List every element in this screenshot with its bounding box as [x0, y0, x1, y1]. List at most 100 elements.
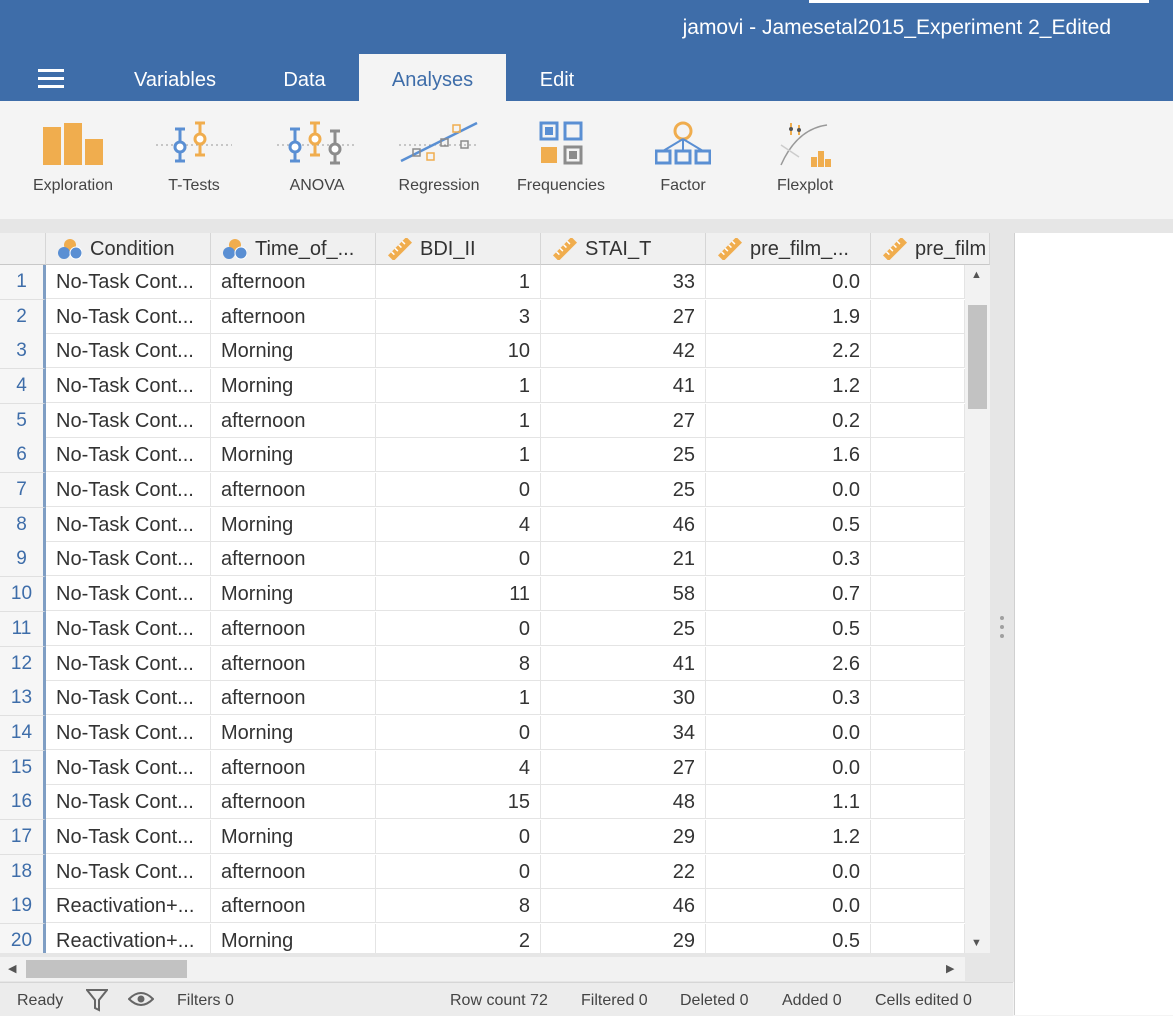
grid-corner[interactable] — [0, 233, 46, 265]
table-cell[interactable] — [871, 300, 965, 334]
table-cell[interactable]: afternoon — [211, 647, 376, 681]
table-cell[interactable] — [871, 404, 965, 438]
table-cell[interactable]: No-Task Cont... — [46, 785, 211, 819]
table-cell[interactable]: 41 — [541, 647, 706, 681]
horizontal-scrollbar[interactable]: ◀ ▶ — [0, 957, 965, 981]
table-cell[interactable]: 0.5 — [706, 612, 871, 646]
table-cell[interactable]: 1 — [376, 404, 541, 438]
table-cell[interactable]: Reactivation+... — [46, 889, 211, 923]
table-cell[interactable]: 8 — [376, 889, 541, 923]
table-cell[interactable]: afternoon — [211, 785, 376, 819]
table-cell[interactable]: No-Task Cont... — [46, 681, 211, 715]
factor-button[interactable]: Factor — [623, 101, 743, 219]
frequencies-button[interactable]: Frequencies — [501, 101, 621, 219]
table-cell[interactable] — [871, 785, 965, 819]
table-cell[interactable]: 1 — [376, 438, 541, 472]
table-cell[interactable]: 1.9 — [706, 300, 871, 334]
table-cell[interactable]: No-Task Cont... — [46, 438, 211, 472]
table-cell[interactable] — [871, 889, 965, 923]
table-cell[interactable]: 34 — [541, 716, 706, 750]
table-cell[interactable]: Morning — [211, 369, 376, 403]
scroll-up-icon[interactable]: ▲ — [971, 269, 982, 281]
column-header-condition[interactable]: Condition — [46, 233, 211, 265]
table-cell[interactable]: afternoon — [211, 612, 376, 646]
anova-button[interactable]: ANOVA — [257, 101, 377, 219]
table-cell[interactable]: No-Task Cont... — [46, 300, 211, 334]
table-cell[interactable]: 1.2 — [706, 369, 871, 403]
table-cell[interactable]: 0 — [376, 473, 541, 507]
table-cell[interactable]: 1.6 — [706, 438, 871, 472]
table-cell[interactable]: No-Task Cont... — [46, 334, 211, 368]
column-header-stai-t[interactable]: STAI_T — [541, 233, 706, 265]
table-cell[interactable]: 25 — [541, 438, 706, 472]
table-cell[interactable]: 4 — [376, 508, 541, 542]
table-cell[interactable]: 25 — [541, 473, 706, 507]
flexplot-button[interactable]: Flexplot — [745, 101, 865, 219]
table-cell[interactable] — [871, 855, 965, 889]
table-cell[interactable]: 1.1 — [706, 785, 871, 819]
table-cell[interactable]: 15 — [376, 785, 541, 819]
table-cell[interactable]: No-Task Cont... — [46, 647, 211, 681]
main-menu-icon[interactable] — [38, 69, 64, 89]
table-cell[interactable]: 0 — [376, 716, 541, 750]
table-cell[interactable] — [871, 438, 965, 472]
row-number[interactable]: 3 — [0, 334, 46, 369]
exploration-button[interactable]: Exploration — [13, 101, 133, 219]
table-cell[interactable]: 3 — [376, 300, 541, 334]
panel-splitter[interactable] — [999, 616, 1005, 640]
table-cell[interactable]: 48 — [541, 785, 706, 819]
table-cell[interactable]: Reactivation+... — [46, 924, 211, 953]
table-cell[interactable]: 29 — [541, 924, 706, 953]
row-number[interactable]: 18 — [0, 855, 46, 890]
table-cell[interactable]: 41 — [541, 369, 706, 403]
row-number[interactable]: 7 — [0, 473, 46, 508]
table-cell[interactable]: 30 — [541, 681, 706, 715]
table-cell[interactable]: 2.6 — [706, 647, 871, 681]
table-cell[interactable] — [871, 716, 965, 750]
horizontal-scroll-thumb[interactable] — [26, 960, 187, 978]
table-cell[interactable] — [871, 577, 965, 611]
column-header-time-of-day[interactable]: Time_of_... — [211, 233, 376, 265]
table-cell[interactable]: 0 — [376, 542, 541, 576]
table-cell[interactable]: Morning — [211, 924, 376, 953]
row-number[interactable]: 20 — [0, 924, 46, 953]
column-header-bdi-ii[interactable]: BDI_II — [376, 233, 541, 265]
tab-data[interactable]: Data — [262, 54, 347, 101]
table-cell[interactable] — [871, 751, 965, 785]
row-number[interactable]: 19 — [0, 889, 46, 924]
table-cell[interactable]: 25 — [541, 612, 706, 646]
row-number[interactable]: 12 — [0, 647, 46, 682]
table-cell[interactable]: 0 — [376, 820, 541, 854]
row-number[interactable]: 17 — [0, 820, 46, 855]
tab-variables[interactable]: Variables — [112, 54, 238, 101]
table-cell[interactable]: 27 — [541, 300, 706, 334]
table-cell[interactable] — [871, 681, 965, 715]
scroll-right-icon[interactable]: ▶ — [946, 962, 954, 975]
table-cell[interactable] — [871, 924, 965, 953]
table-cell[interactable]: Morning — [211, 577, 376, 611]
table-cell[interactable]: 29 — [541, 820, 706, 854]
table-cell[interactable]: afternoon — [211, 855, 376, 889]
row-number[interactable]: 14 — [0, 716, 46, 751]
table-cell[interactable]: 1 — [376, 681, 541, 715]
table-cell[interactable]: 2.2 — [706, 334, 871, 368]
table-cell[interactable] — [871, 508, 965, 542]
table-cell[interactable]: afternoon — [211, 542, 376, 576]
table-cell[interactable]: No-Task Cont... — [46, 751, 211, 785]
table-cell[interactable]: No-Task Cont... — [46, 820, 211, 854]
table-cell[interactable]: No-Task Cont... — [46, 855, 211, 889]
table-cell[interactable]: Morning — [211, 716, 376, 750]
table-cell[interactable]: 58 — [541, 577, 706, 611]
table-cell[interactable]: 27 — [541, 404, 706, 438]
eye-icon[interactable] — [128, 991, 154, 1007]
table-cell[interactable]: Morning — [211, 508, 376, 542]
scroll-down-icon[interactable]: ▼ — [971, 937, 982, 949]
table-cell[interactable]: 46 — [541, 508, 706, 542]
row-number[interactable]: 8 — [0, 508, 46, 543]
table-cell[interactable]: 42 — [541, 334, 706, 368]
table-cell[interactable]: 0.2 — [706, 404, 871, 438]
table-cell[interactable] — [871, 612, 965, 646]
table-cell[interactable]: afternoon — [211, 404, 376, 438]
vertical-scroll-thumb[interactable] — [968, 305, 987, 409]
table-cell[interactable]: 10 — [376, 334, 541, 368]
